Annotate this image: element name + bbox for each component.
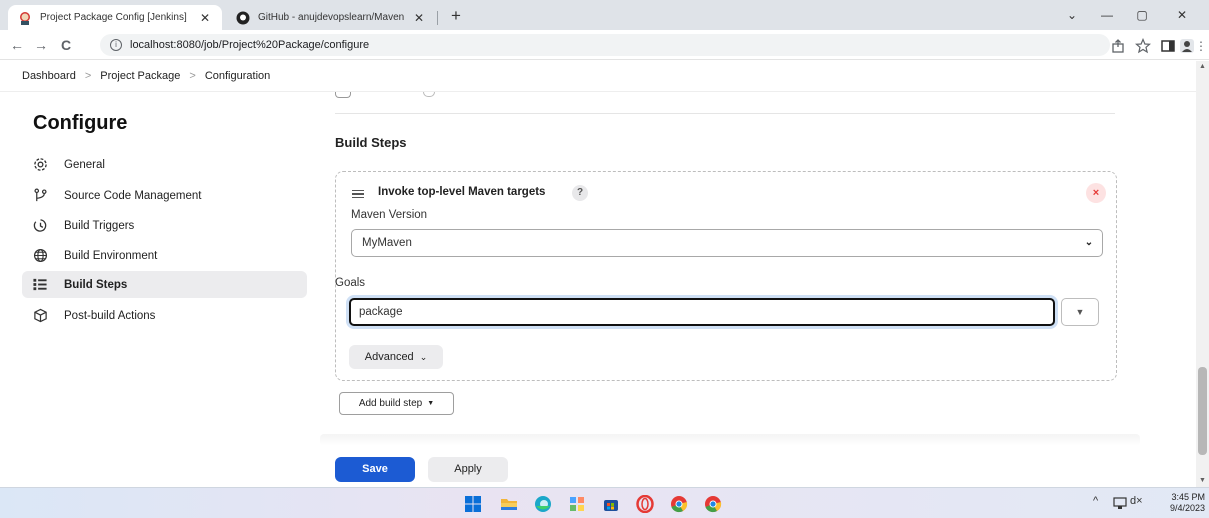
network-icon[interactable] bbox=[1113, 497, 1127, 510]
close-window-button[interactable]: ✕ bbox=[1170, 6, 1194, 24]
chrome-icon[interactable] bbox=[670, 495, 688, 513]
tab-jenkins-config[interactable]: Project Package Config [Jenkins] ✕ bbox=[8, 5, 222, 30]
clock-time: 3:45 PM bbox=[1171, 492, 1205, 502]
chevron-down-icon: ⌄ bbox=[419, 351, 428, 362]
side-panel-icon[interactable] bbox=[1160, 38, 1176, 54]
tab-title: Project Package Config [Jenkins] bbox=[40, 12, 187, 23]
sidebar-item-source-code-management[interactable]: Source Code Management bbox=[22, 182, 307, 209]
sidebar-item-build-triggers[interactable]: Build Triggers bbox=[22, 212, 307, 239]
maven-version-label: Maven Version bbox=[351, 209, 428, 221]
file-explorer-icon[interactable] bbox=[500, 495, 518, 513]
sidebar-item-label: Build Steps bbox=[64, 278, 128, 291]
goals-label: Goals bbox=[335, 277, 366, 289]
tab-github[interactable]: GitHub - anujdevopslearn/Maven ✕ bbox=[226, 5, 436, 30]
tray-chevron-icon[interactable]: ^ bbox=[1093, 495, 1098, 507]
volume-icon[interactable]: d× bbox=[1130, 495, 1143, 507]
breadcrumb-separator-icon: > bbox=[189, 70, 196, 82]
store-icon[interactable] bbox=[602, 495, 620, 513]
apply-button[interactable]: Apply bbox=[428, 457, 508, 482]
page-title: Configure bbox=[33, 112, 128, 134]
add-build-step-label: Add build step bbox=[358, 398, 423, 409]
back-button[interactable]: ← bbox=[8, 36, 26, 54]
sidebar-item-build-steps[interactable]: Build Steps bbox=[22, 271, 307, 298]
snipping-tool-icon[interactable] bbox=[568, 495, 586, 513]
url-text: localhost:8080/job/Project%20Package/con… bbox=[130, 39, 370, 51]
sidebar-item-label: General bbox=[64, 158, 105, 171]
checkbox-remnant[interactable] bbox=[335, 92, 351, 98]
system-clock[interactable]: 3:45 PM 9/4/2023 bbox=[1150, 492, 1205, 514]
expand-textarea-button[interactable]: ▼ bbox=[1061, 298, 1099, 326]
delete-step-button[interactable]: × bbox=[1086, 183, 1106, 203]
branch-icon bbox=[32, 188, 48, 204]
maven-version-value: MyMaven bbox=[362, 237, 412, 249]
vertical-scrollbar[interactable]: ▲ ▼ bbox=[1196, 61, 1209, 487]
goals-value: package bbox=[359, 306, 403, 318]
maven-version-select[interactable]: MyMaven ⌄ bbox=[351, 229, 1103, 257]
build-step-card: Invoke top-level Maven targets ? × Maven… bbox=[335, 171, 1117, 381]
clock-icon bbox=[32, 218, 48, 234]
chevron-down-icon: ⌄ bbox=[1084, 237, 1094, 248]
drag-handle-icon[interactable] bbox=[352, 190, 364, 198]
close-tab-icon[interactable]: ✕ bbox=[412, 11, 426, 25]
chrome-active-icon[interactable] bbox=[704, 495, 722, 513]
share-icon[interactable] bbox=[1110, 38, 1126, 54]
edge-browser-icon[interactable] bbox=[534, 495, 552, 513]
globe-icon bbox=[32, 248, 48, 264]
tab-search-icon[interactable]: ⌄ bbox=[1060, 6, 1084, 24]
tab-title: GitHub - anujdevopslearn/Maven bbox=[258, 12, 405, 23]
build-step-title: Invoke top-level Maven targets bbox=[378, 186, 546, 198]
breadcrumb-dashboard[interactable]: Dashboard bbox=[22, 70, 76, 82]
sidebar-item-build-environment[interactable]: Build Environment bbox=[22, 242, 307, 269]
sticky-bar-shadow bbox=[320, 434, 1140, 446]
cube-icon bbox=[32, 308, 48, 324]
breadcrumb: Dashboard > Project Package > Configurat… bbox=[0, 61, 1196, 92]
restore-button[interactable]: ▢ bbox=[1130, 6, 1154, 24]
bookmark-star-icon[interactable] bbox=[1135, 38, 1151, 54]
reload-button[interactable]: C bbox=[57, 36, 75, 54]
sidebar-item-label: Build Triggers bbox=[64, 219, 135, 232]
browser-tab-strip: Project Package Config [Jenkins] ✕ GitHu… bbox=[0, 0, 1209, 30]
advanced-label: Advanced bbox=[364, 351, 414, 363]
goals-input[interactable]: package bbox=[349, 298, 1055, 326]
advanced-button[interactable]: Advanced ⌄ bbox=[349, 345, 443, 369]
close-tab-icon[interactable]: ✕ bbox=[198, 11, 212, 25]
breadcrumb-project-package[interactable]: Project Package bbox=[100, 70, 180, 82]
minimize-button[interactable]: — bbox=[1095, 6, 1119, 24]
save-button[interactable]: Save bbox=[335, 457, 415, 482]
browser-toolbar: ← → C i localhost:8080/job/Project%20Pac… bbox=[0, 30, 1209, 60]
sidebar-item-general[interactable]: General bbox=[22, 151, 307, 178]
profile-avatar-icon[interactable] bbox=[1179, 38, 1195, 54]
clock-date: 9/4/2023 bbox=[1169, 503, 1205, 513]
browser-menu-icon[interactable]: ⋮ bbox=[1195, 38, 1207, 54]
site-info-icon[interactable]: i bbox=[110, 39, 122, 51]
help-icon[interactable]: ? bbox=[572, 185, 588, 201]
github-favicon-icon bbox=[236, 11, 250, 24]
windows-start-icon[interactable] bbox=[464, 495, 482, 513]
add-build-step-button[interactable]: Add build step ▼ bbox=[339, 392, 454, 415]
scroll-up-icon[interactable]: ▲ bbox=[1196, 61, 1209, 73]
scroll-down-icon[interactable]: ▼ bbox=[1196, 475, 1209, 487]
sidebar-item-label: Build Environment bbox=[64, 249, 158, 262]
jenkins-favicon-icon bbox=[20, 11, 30, 25]
opera-icon[interactable] bbox=[636, 495, 654, 513]
forward-button[interactable]: → bbox=[32, 36, 50, 54]
gear-icon bbox=[32, 157, 48, 173]
sidebar-item-post-build-actions[interactable]: Post-build Actions bbox=[22, 302, 307, 329]
scrollbar-thumb[interactable] bbox=[1198, 367, 1207, 455]
section-title-build-steps: Build Steps bbox=[335, 135, 407, 150]
previous-section-remnant bbox=[335, 92, 1115, 114]
dropdown-arrow-icon: ▼ bbox=[427, 400, 435, 407]
windows-taskbar: ^ d× 3:45 PM 9/4/2023 bbox=[0, 487, 1209, 518]
tab-divider bbox=[437, 11, 438, 25]
sidebar-item-label: Post-build Actions bbox=[64, 309, 156, 322]
breadcrumb-configuration[interactable]: Configuration bbox=[205, 70, 270, 82]
breadcrumb-separator-icon: > bbox=[84, 70, 92, 82]
new-tab-button[interactable]: + bbox=[446, 6, 466, 26]
help-icon-remnant bbox=[423, 92, 435, 97]
sidebar-item-label: Source Code Management bbox=[64, 189, 202, 202]
list-icon bbox=[32, 277, 48, 293]
address-bar[interactable]: i localhost:8080/job/Project%20Package/c… bbox=[100, 34, 1110, 56]
